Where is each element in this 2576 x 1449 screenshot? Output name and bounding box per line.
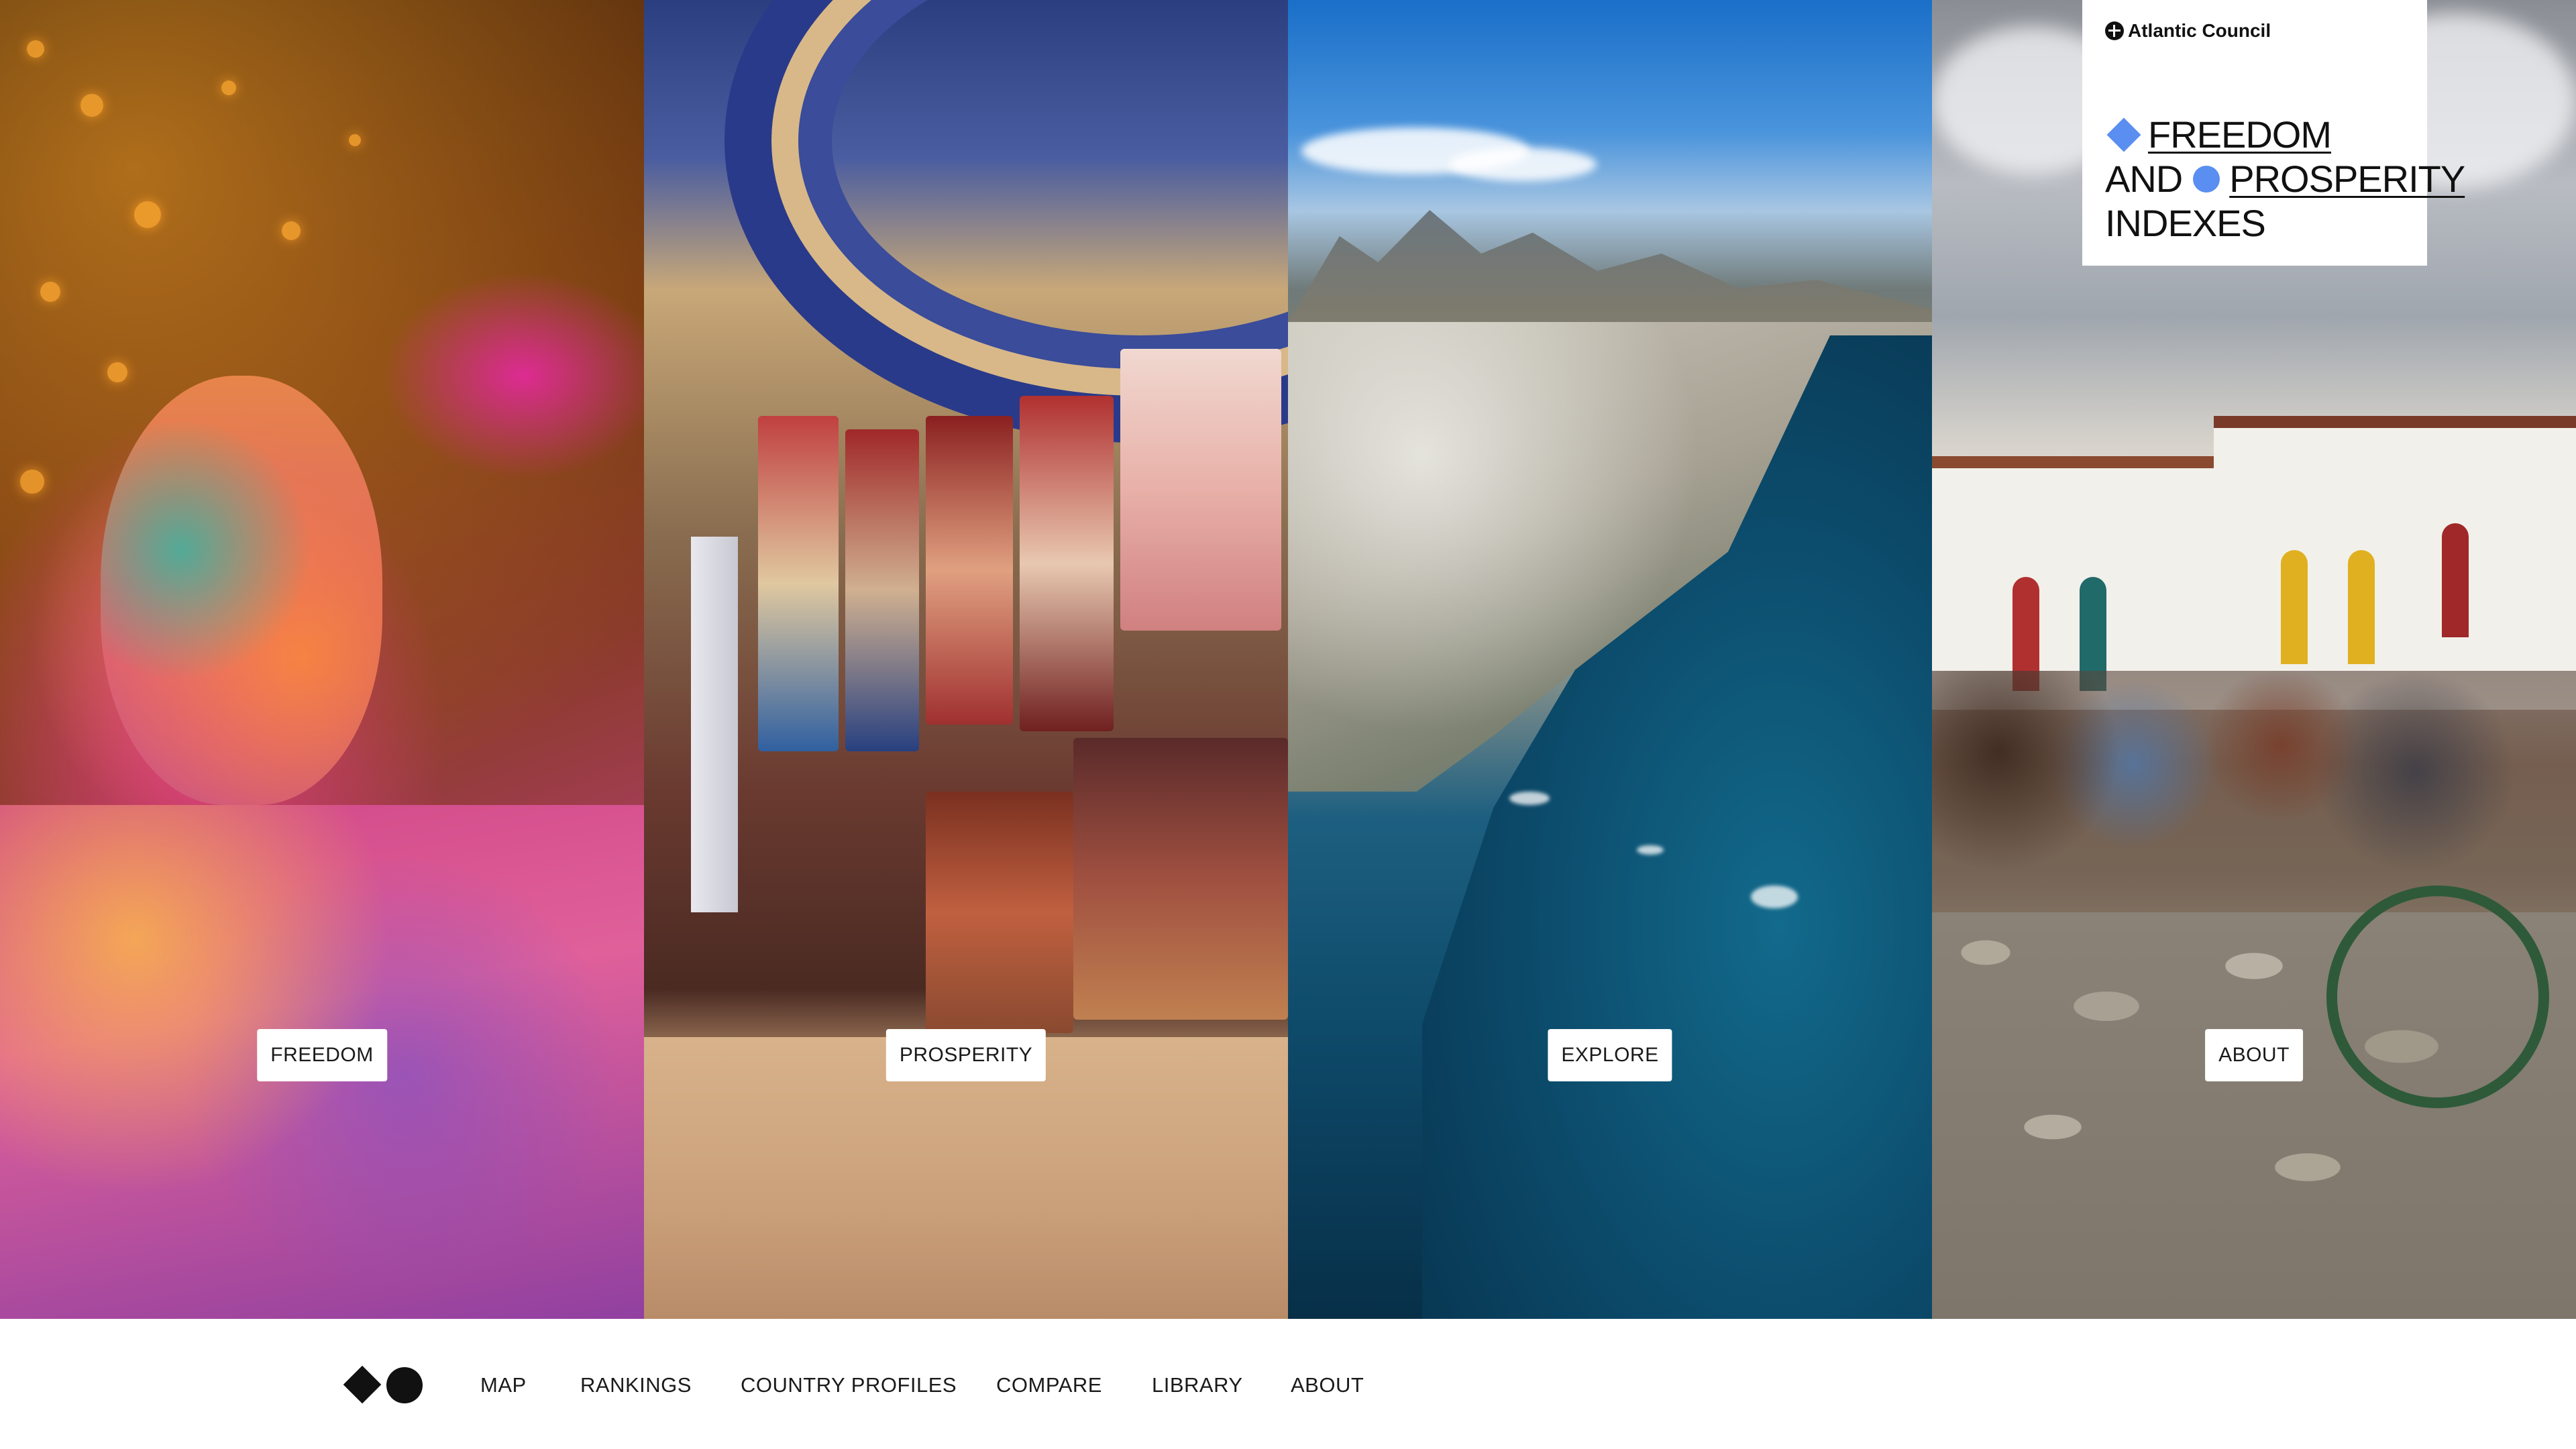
circle-icon bbox=[2193, 166, 2220, 193]
panel-explore[interactable]: EXPLORE bbox=[1288, 0, 1932, 1319]
nav-about[interactable]: ABOUT bbox=[1291, 1368, 1364, 1402]
hanging-rug bbox=[758, 416, 839, 751]
logo-circle-icon bbox=[386, 1367, 423, 1403]
bokeh-light bbox=[40, 282, 60, 302]
site-title: FREEDOM AND PROSPERITY INDEXES bbox=[2105, 113, 2465, 246]
hanging-rug bbox=[926, 416, 1013, 724]
surf bbox=[1509, 792, 1550, 805]
diamond-circle-logo[interactable] bbox=[343, 1365, 425, 1404]
hanging-rug bbox=[1120, 349, 1281, 631]
org-brand[interactable]: Atlantic Council bbox=[2105, 20, 2271, 42]
goods-stall bbox=[1073, 738, 1288, 1020]
hanging-rug bbox=[845, 429, 919, 751]
hanging-rug bbox=[1020, 396, 1114, 731]
title-indexes: INDEXES bbox=[2105, 202, 2266, 244]
surf bbox=[1637, 845, 1664, 855]
panel-prosperity[interactable]: PROSPERITY bbox=[644, 0, 1288, 1319]
door bbox=[2348, 550, 2375, 664]
logo-diamond-icon bbox=[343, 1365, 382, 1404]
bokeh-light bbox=[27, 40, 44, 58]
title-prosperity-link[interactable]: PROSPERITY bbox=[2229, 157, 2465, 201]
bokeh-light bbox=[349, 134, 361, 146]
bokeh-light bbox=[221, 80, 236, 95]
nav-library[interactable]: LIBRARY bbox=[1152, 1368, 1243, 1402]
org-name: Atlantic Council bbox=[2128, 20, 2271, 41]
nav-country-profiles[interactable]: COUNTRY PROFILES bbox=[741, 1368, 957, 1402]
door bbox=[2281, 550, 2308, 664]
cloud bbox=[1449, 148, 1597, 181]
about-button[interactable]: ABOUT bbox=[2205, 1029, 2303, 1081]
goods-stall bbox=[926, 792, 1073, 1033]
bokeh-light bbox=[20, 470, 44, 494]
bokeh-light bbox=[282, 221, 301, 240]
colonial-building bbox=[2214, 416, 2576, 710]
prosperity-button[interactable]: PROSPERITY bbox=[885, 1029, 1046, 1081]
surf bbox=[1751, 885, 1798, 908]
explore-button[interactable]: EXPLORE bbox=[1548, 1029, 1672, 1081]
door bbox=[2442, 523, 2469, 637]
bokeh-light bbox=[80, 94, 103, 117]
freedom-button[interactable]: FREEDOM bbox=[257, 1029, 387, 1081]
bokeh-light bbox=[134, 201, 161, 228]
cafe-crowd bbox=[1932, 671, 2576, 912]
bicycle-wheel bbox=[2326, 885, 2549, 1108]
title-and: AND bbox=[2105, 158, 2183, 200]
nav-compare[interactable]: COMPARE bbox=[996, 1368, 1102, 1402]
diamond-icon bbox=[2106, 117, 2141, 152]
nav-map[interactable]: MAP bbox=[480, 1368, 527, 1402]
panel-freedom[interactable]: FREEDOM bbox=[0, 0, 644, 1319]
bokeh-light bbox=[107, 362, 127, 382]
page: FREEDOM PROSPERITY EXPLORE ABOUT Atlanti… bbox=[0, 0, 2576, 1449]
woman-figure bbox=[101, 376, 382, 805]
globe-icon bbox=[2105, 21, 2124, 40]
nav-rankings[interactable]: RANKINGS bbox=[580, 1368, 692, 1402]
pillar bbox=[691, 537, 738, 912]
title-card: Atlantic Council FREEDOM AND PROSPERITY … bbox=[2082, 0, 2465, 266]
title-freedom-link[interactable]: FREEDOM bbox=[2148, 113, 2332, 157]
